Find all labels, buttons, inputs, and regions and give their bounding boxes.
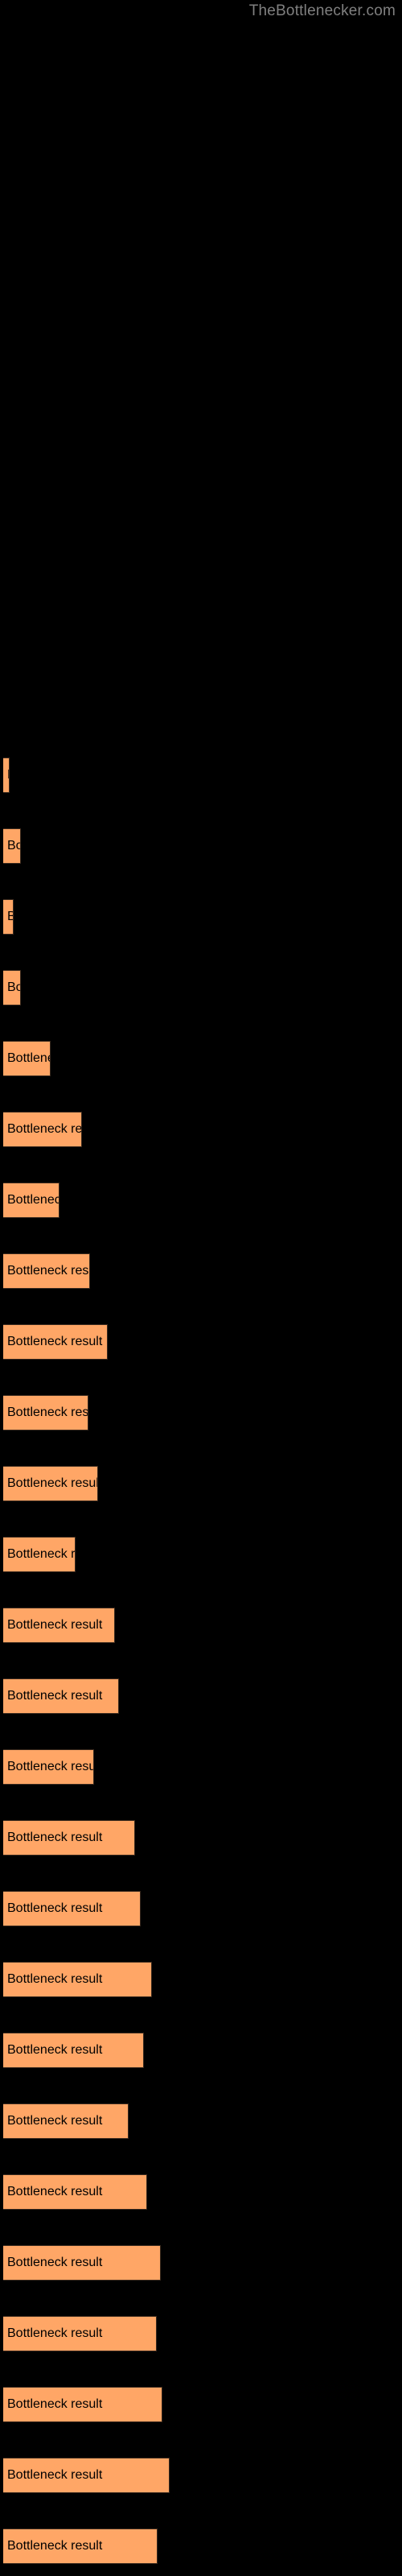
bar-label: Bottleneck result (7, 1264, 89, 1278)
bar-label: Bottleneck result (7, 2185, 103, 2198)
bar: Bottleneck result (3, 1253, 90, 1289)
bar-label: Bottleneck result (7, 1618, 103, 1632)
bar: Bottleneck result (3, 1537, 76, 1572)
bar-label: Bottleneck result (7, 1689, 103, 1703)
bar: Bottleneck result (3, 758, 10, 793)
bar: Bottleneck result (3, 2529, 158, 2564)
bar-label: Bottleneck result (7, 1193, 59, 1207)
bar: Bottleneck result (3, 1112, 82, 1147)
bar-label: Bottleneck result (7, 2539, 103, 2553)
bar: Bottleneck result (3, 899, 14, 935)
bar: Bottleneck result (3, 2245, 161, 2281)
bar: Bottleneck result (3, 1466, 98, 1501)
bar: Bottleneck result (3, 1183, 59, 1218)
bar-label: Bottleneck result (7, 1831, 103, 1844)
bar-label: Bottleneck result (7, 910, 13, 924)
bar-chart-plot-area: Bottleneck result Bottleneck result Bottle… (0, 0, 402, 2576)
bar-label: Bottleneck result (7, 2397, 103, 2411)
bar: Bottleneck result (3, 2174, 147, 2210)
bar: Bottleneck result (3, 2316, 157, 2351)
bar-label: Bottleneck result (7, 2256, 103, 2269)
bar-label: Bottleneck result (7, 839, 20, 852)
bar: Bottleneck result (3, 1749, 94, 1785)
bar-label: Bottleneck result (7, 1972, 103, 1986)
bar-label: Bottleneck result (7, 2326, 103, 2340)
bar: Bottleneck result (3, 1041, 51, 1076)
bar: Bottleneck result (3, 970, 21, 1005)
bar-label: Bottleneck result (7, 1476, 98, 1490)
bar-label: Bottleneck result (7, 1760, 94, 1773)
bar: Bottleneck result (3, 2387, 162, 2422)
bar-label: Bottleneck result (7, 1406, 88, 1419)
bar: Bottleneck result (3, 2033, 144, 2068)
bar-label: Bottleneck result (7, 2468, 103, 2482)
bar-label: Bottleneck result (7, 2114, 103, 2128)
bar: Bottleneck result (3, 1324, 108, 1360)
bar-label: Bottleneck result (7, 1335, 103, 1348)
chart-canvas: TheBottlenecker.com Bottleneck resultBot… (0, 0, 402, 2576)
bar: Bottleneck result (3, 1395, 88, 1430)
bar: Bottleneck result (3, 1820, 135, 1856)
bar: Bottleneck result (3, 1962, 152, 1997)
bar-label: Bottleneck result (7, 980, 20, 994)
bar-label: Bottleneck result (7, 2043, 103, 2057)
bar: Bottleneck result (3, 1678, 119, 1714)
bar: Bottleneck result (3, 2103, 129, 2139)
bar-label: Bottleneck result (7, 1547, 76, 1561)
bar-label: Bottleneck result (7, 1122, 82, 1136)
bar-label: Bottleneck result (7, 768, 9, 782)
bar-label: Bottleneck result (7, 1051, 50, 1065)
bar: Bottleneck result (3, 828, 21, 864)
bar-label: Bottleneck result (7, 1901, 103, 1915)
bar: Bottleneck result (3, 1891, 141, 1926)
bar: Bottleneck result (3, 2458, 170, 2493)
bar: Bottleneck result (3, 1608, 115, 1643)
